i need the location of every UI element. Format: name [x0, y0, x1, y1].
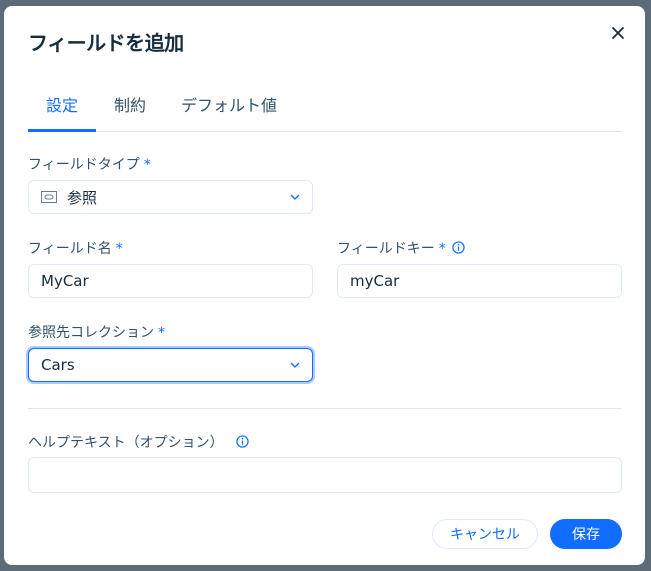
reference-collection-value: Cars — [41, 356, 75, 374]
field-key-label-text: フィールドキー — [337, 241, 435, 257]
reference-link-icon — [41, 191, 57, 203]
field-name-label: フィールド名 * — [28, 238, 123, 258]
close-button[interactable] — [609, 24, 627, 42]
required-mark: * — [115, 241, 123, 257]
field-type-select[interactable]: 参照 — [28, 180, 313, 214]
reference-collection-select[interactable]: Cars — [28, 348, 313, 382]
info-icon[interactable] — [452, 241, 465, 254]
close-icon — [612, 27, 624, 39]
field-type-value: 参照 — [67, 188, 98, 207]
help-text-input[interactable] — [28, 457, 622, 493]
reference-collection-label: 参照先コレクション * — [28, 322, 165, 342]
tab-constraints[interactable]: 制約 — [114, 92, 146, 130]
help-text-label: ヘルプテキスト（オプション） — [28, 432, 249, 452]
required-mark: * — [438, 241, 446, 257]
reference-collection-label-text: 参照先コレクション — [28, 325, 154, 341]
tab-default-value[interactable]: デフォルト値 — [181, 92, 277, 130]
required-mark: * — [158, 325, 165, 341]
tab-settings[interactable]: 設定 — [46, 92, 78, 130]
field-name-value: MyCar — [41, 272, 89, 290]
chevron-down-icon — [290, 362, 300, 368]
required-mark: * — [143, 157, 151, 173]
field-key-input[interactable]: myCar — [337, 264, 622, 298]
dialog-title: フィールドを追加 — [28, 31, 184, 55]
info-icon[interactable] — [236, 435, 249, 448]
help-text-label-text: ヘルプテキスト（オプション） — [28, 435, 224, 451]
cancel-button[interactable]: キャンセル — [432, 519, 538, 549]
field-name-input[interactable]: MyCar — [28, 264, 313, 298]
save-button[interactable]: 保存 — [550, 519, 622, 549]
field-name-label-text: フィールド名 — [28, 241, 112, 257]
field-type-label-text: フィールドタイプ — [28, 157, 140, 173]
chevron-down-icon — [290, 194, 300, 200]
field-key-label: フィールドキー * — [337, 238, 465, 258]
active-tab-indicator — [28, 129, 96, 132]
field-key-value: myCar — [350, 272, 400, 290]
section-divider — [28, 408, 622, 409]
add-field-dialog: フィールドを追加 設定 制約 デフォルト値 フィールドタイプ * 参照 フィールド… — [4, 6, 645, 565]
tab-bar: 設定 制約 デフォルト値 — [28, 88, 622, 132]
field-type-label: フィールドタイプ * — [28, 154, 151, 174]
